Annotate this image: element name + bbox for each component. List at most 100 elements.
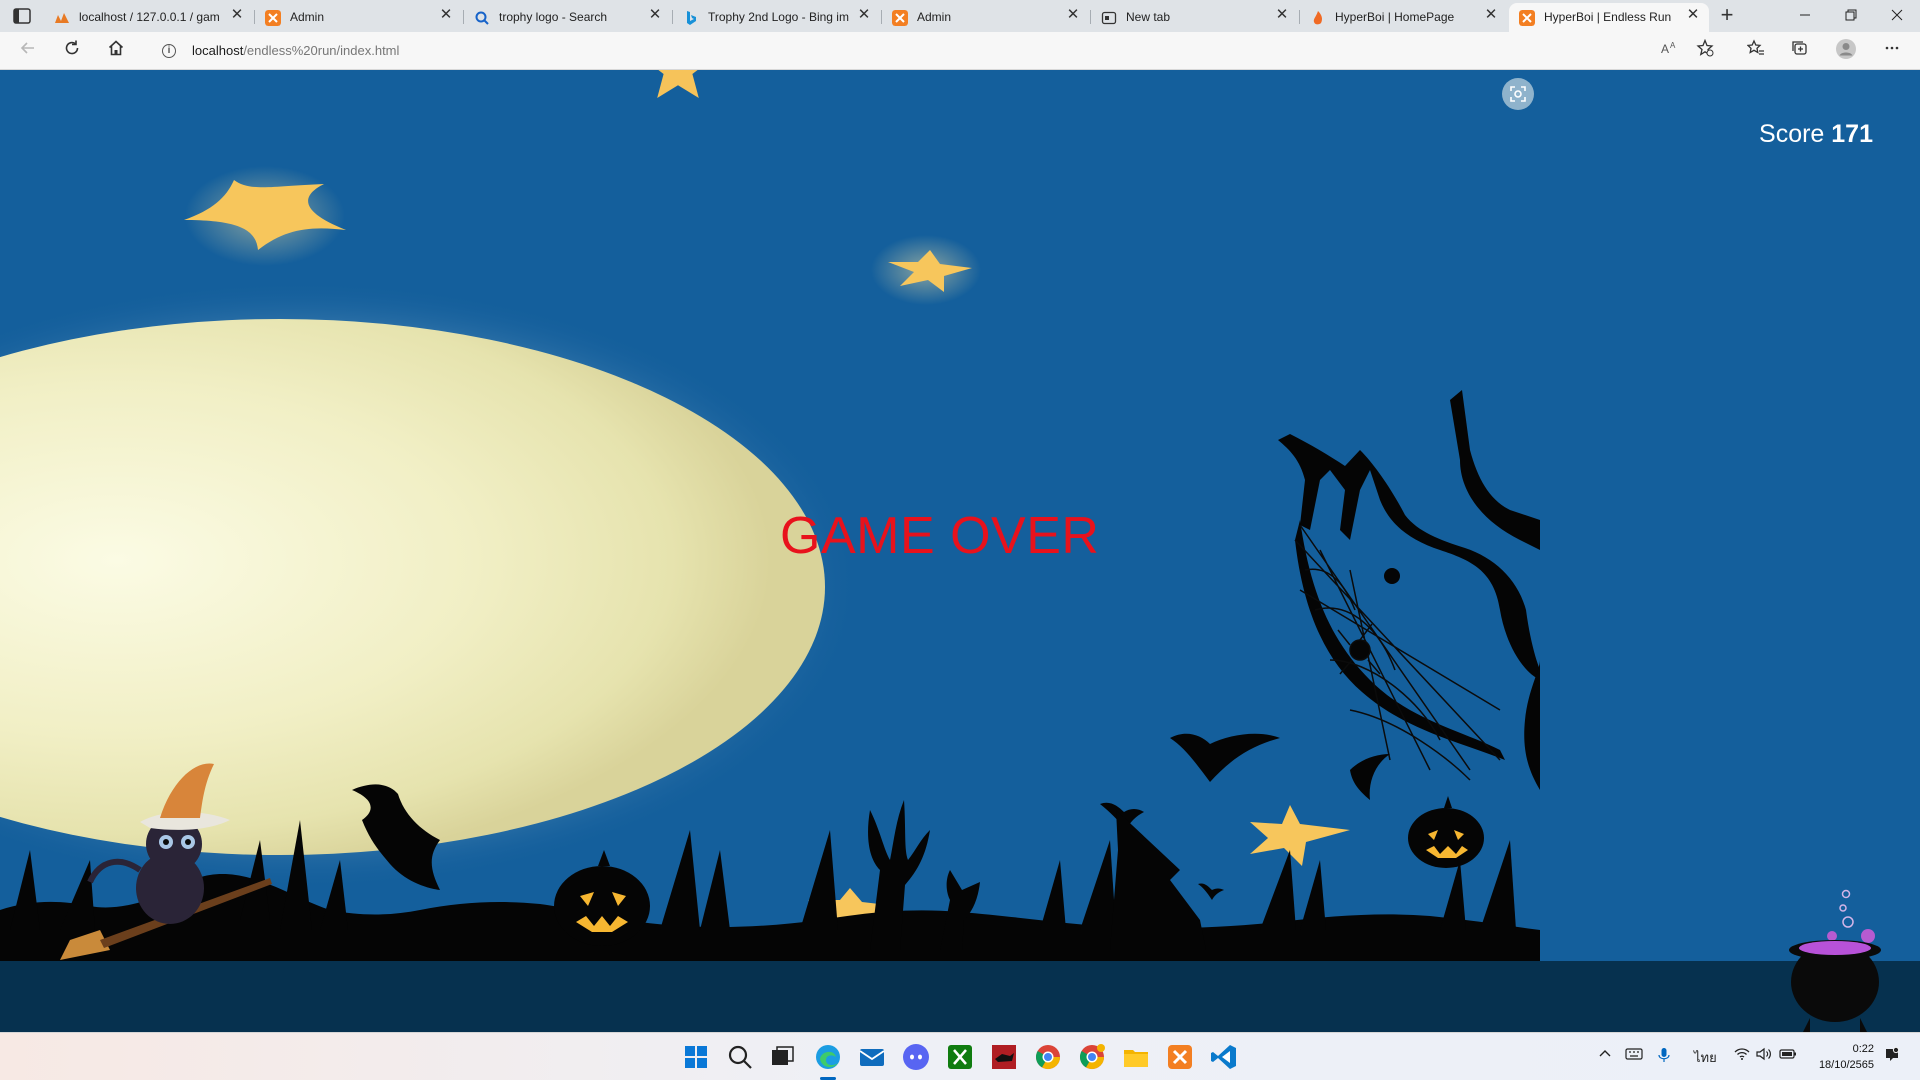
tab-close-button[interactable]: ✕ [1483, 7, 1499, 23]
volume-icon[interactable] [1756, 1047, 1772, 1061]
xampp-icon [892, 10, 908, 26]
windows-taskbar: ไทย 0:22 18/10/2565 [0, 1032, 1920, 1080]
game-over-text: GAME OVER [780, 507, 1100, 565]
tab-title: New tab [1126, 10, 1171, 24]
microphone-icon[interactable] [1657, 1047, 1671, 1063]
search-icon[interactable] [724, 1041, 756, 1073]
profile-button[interactable] [1832, 38, 1860, 64]
discord-icon[interactable] [900, 1041, 932, 1073]
favorites-button[interactable] [1742, 38, 1770, 64]
arrow-left-icon [20, 42, 34, 54]
tab-trophy-bing[interactable]: Trophy 2nd Logo - Bing im ✕ [673, 3, 880, 32]
xbox-icon[interactable] [944, 1041, 976, 1073]
tab-title: localhost / 127.0.0.1 / gam [79, 10, 220, 24]
hyperboi-icon [1313, 11, 1322, 25]
svg-text:A: A [1670, 41, 1676, 50]
clock-date: 18/10/2565 [1818, 1059, 1874, 1071]
url-text[interactable]: localhost/endless%20run/index.html [192, 43, 399, 58]
url-path: /endless%20run/index.html [243, 43, 400, 58]
chrome-icon[interactable] [1032, 1041, 1064, 1073]
windows-start-icon[interactable] [680, 1041, 712, 1073]
tab-hyperboi-home[interactable]: HyperBoi | HomePage ✕ [1300, 3, 1507, 32]
tab-close-button[interactable]: ✕ [1274, 7, 1290, 23]
refresh-button[interactable] [58, 38, 86, 64]
tab-title: trophy logo - Search [499, 10, 608, 24]
url-host: localhost [192, 43, 244, 58]
read-aloud-icon: AA [1661, 41, 1676, 56]
tab-close-button[interactable]: ✕ [647, 7, 663, 23]
read-aloud-button[interactable]: AA [1655, 38, 1683, 64]
score-display: Score 171 [1759, 120, 1873, 149]
minimize-button[interactable] [1782, 0, 1828, 32]
refresh-icon [65, 40, 79, 55]
phpmyadmin-icon [55, 13, 69, 23]
tab-title: Admin [290, 10, 325, 24]
home-button[interactable] [102, 38, 130, 64]
spider [1384, 568, 1400, 584]
search-icon [475, 11, 489, 25]
restore-icon [1845, 9, 1857, 21]
tab-admin[interactable]: Admin ✕ [255, 3, 462, 32]
halloween-scene [0, 70, 1540, 962]
screen-capture-button[interactable] [1502, 78, 1534, 110]
tab-close-button[interactable]: ✕ [856, 7, 872, 23]
game-app-icon[interactable] [988, 1041, 1020, 1073]
mail-icon[interactable] [856, 1041, 888, 1073]
browser-tab-bar: localhost / 127.0.0.1 / gam ✕ Admin ✕ tr… [0, 0, 1920, 32]
restore-button[interactable] [1828, 0, 1874, 32]
tab-hyperboi-endless-run[interactable]: HyperBoi | Endless Run ✕ [1509, 3, 1709, 32]
xampp-icon[interactable] [1164, 1041, 1196, 1073]
add-favorite-button[interactable] [1691, 38, 1719, 64]
tab-close-button[interactable]: ✕ [229, 7, 245, 23]
star-add-icon [1696, 38, 1714, 57]
chrome-profile-icon[interactable] [1076, 1041, 1108, 1073]
tab-title: HyperBoi | Endless Run [1544, 10, 1672, 24]
notification-icon[interactable] [1884, 1047, 1900, 1063]
tab-admin-2[interactable]: Admin ✕ [882, 3, 1089, 32]
score-value: 171 [1831, 120, 1873, 148]
collections-button[interactable] [1786, 38, 1814, 64]
file-explorer-icon[interactable] [1120, 1041, 1152, 1073]
close-icon [1891, 9, 1903, 21]
edge-icon[interactable] [812, 1041, 844, 1073]
keyboard-icon[interactable] [1625, 1047, 1643, 1061]
site-info-icon[interactable]: i [162, 44, 176, 58]
close-window-button[interactable] [1874, 0, 1920, 32]
vscode-icon[interactable] [1208, 1041, 1240, 1073]
svg-text:A: A [1661, 42, 1669, 56]
battery-icon[interactable] [1779, 1047, 1797, 1061]
cauldron-icon [1789, 889, 1881, 1032]
minimize-icon [1800, 14, 1810, 16]
xampp-icon [1519, 10, 1535, 26]
more-icon [1885, 46, 1899, 50]
score-label: Score [1759, 120, 1825, 148]
wifi-icon[interactable] [1734, 1047, 1750, 1061]
game-canvas[interactable]: Score 171 GAME OVER [0, 70, 1920, 1032]
tab-new-tab[interactable]: New tab ✕ [1091, 3, 1298, 32]
chevron-up-icon[interactable] [1598, 1047, 1612, 1061]
tab-title: Trophy 2nd Logo - Bing im [708, 10, 849, 24]
tab-actions-icon[interactable] [12, 7, 32, 25]
task-view-icon[interactable] [766, 1041, 798, 1073]
favorites-icon [1746, 39, 1764, 55]
back-button[interactable] [14, 38, 42, 64]
tab-close-button[interactable]: ✕ [438, 7, 454, 23]
ground-floor [0, 961, 1920, 1032]
capture-icon [1510, 86, 1526, 102]
input-language[interactable]: ไทย [1694, 1047, 1717, 1068]
settings-more-button[interactable] [1878, 38, 1906, 64]
system-clock[interactable]: 0:22 18/10/2565 [1819, 1041, 1874, 1073]
home-icon [108, 40, 124, 56]
collections-icon [1792, 41, 1807, 55]
tab-close-button[interactable]: ✕ [1065, 7, 1081, 23]
avatar-icon [1836, 39, 1856, 59]
tab-phpmyadmin[interactable]: localhost / 127.0.0.1 / gam ✕ [44, 3, 253, 32]
tab-title: HyperBoi | HomePage [1335, 10, 1455, 24]
tab-title: Admin [917, 10, 952, 24]
clock-time: 0:22 [1852, 1043, 1874, 1055]
tab-trophy-search[interactable]: trophy logo - Search ✕ [464, 3, 671, 32]
new-tab-button[interactable]: + [1713, 3, 1741, 29]
address-bar[interactable]: i localhost/endless%20run/index.html [146, 36, 1718, 66]
xampp-icon [265, 10, 281, 26]
tab-close-button[interactable]: ✕ [1685, 7, 1701, 23]
